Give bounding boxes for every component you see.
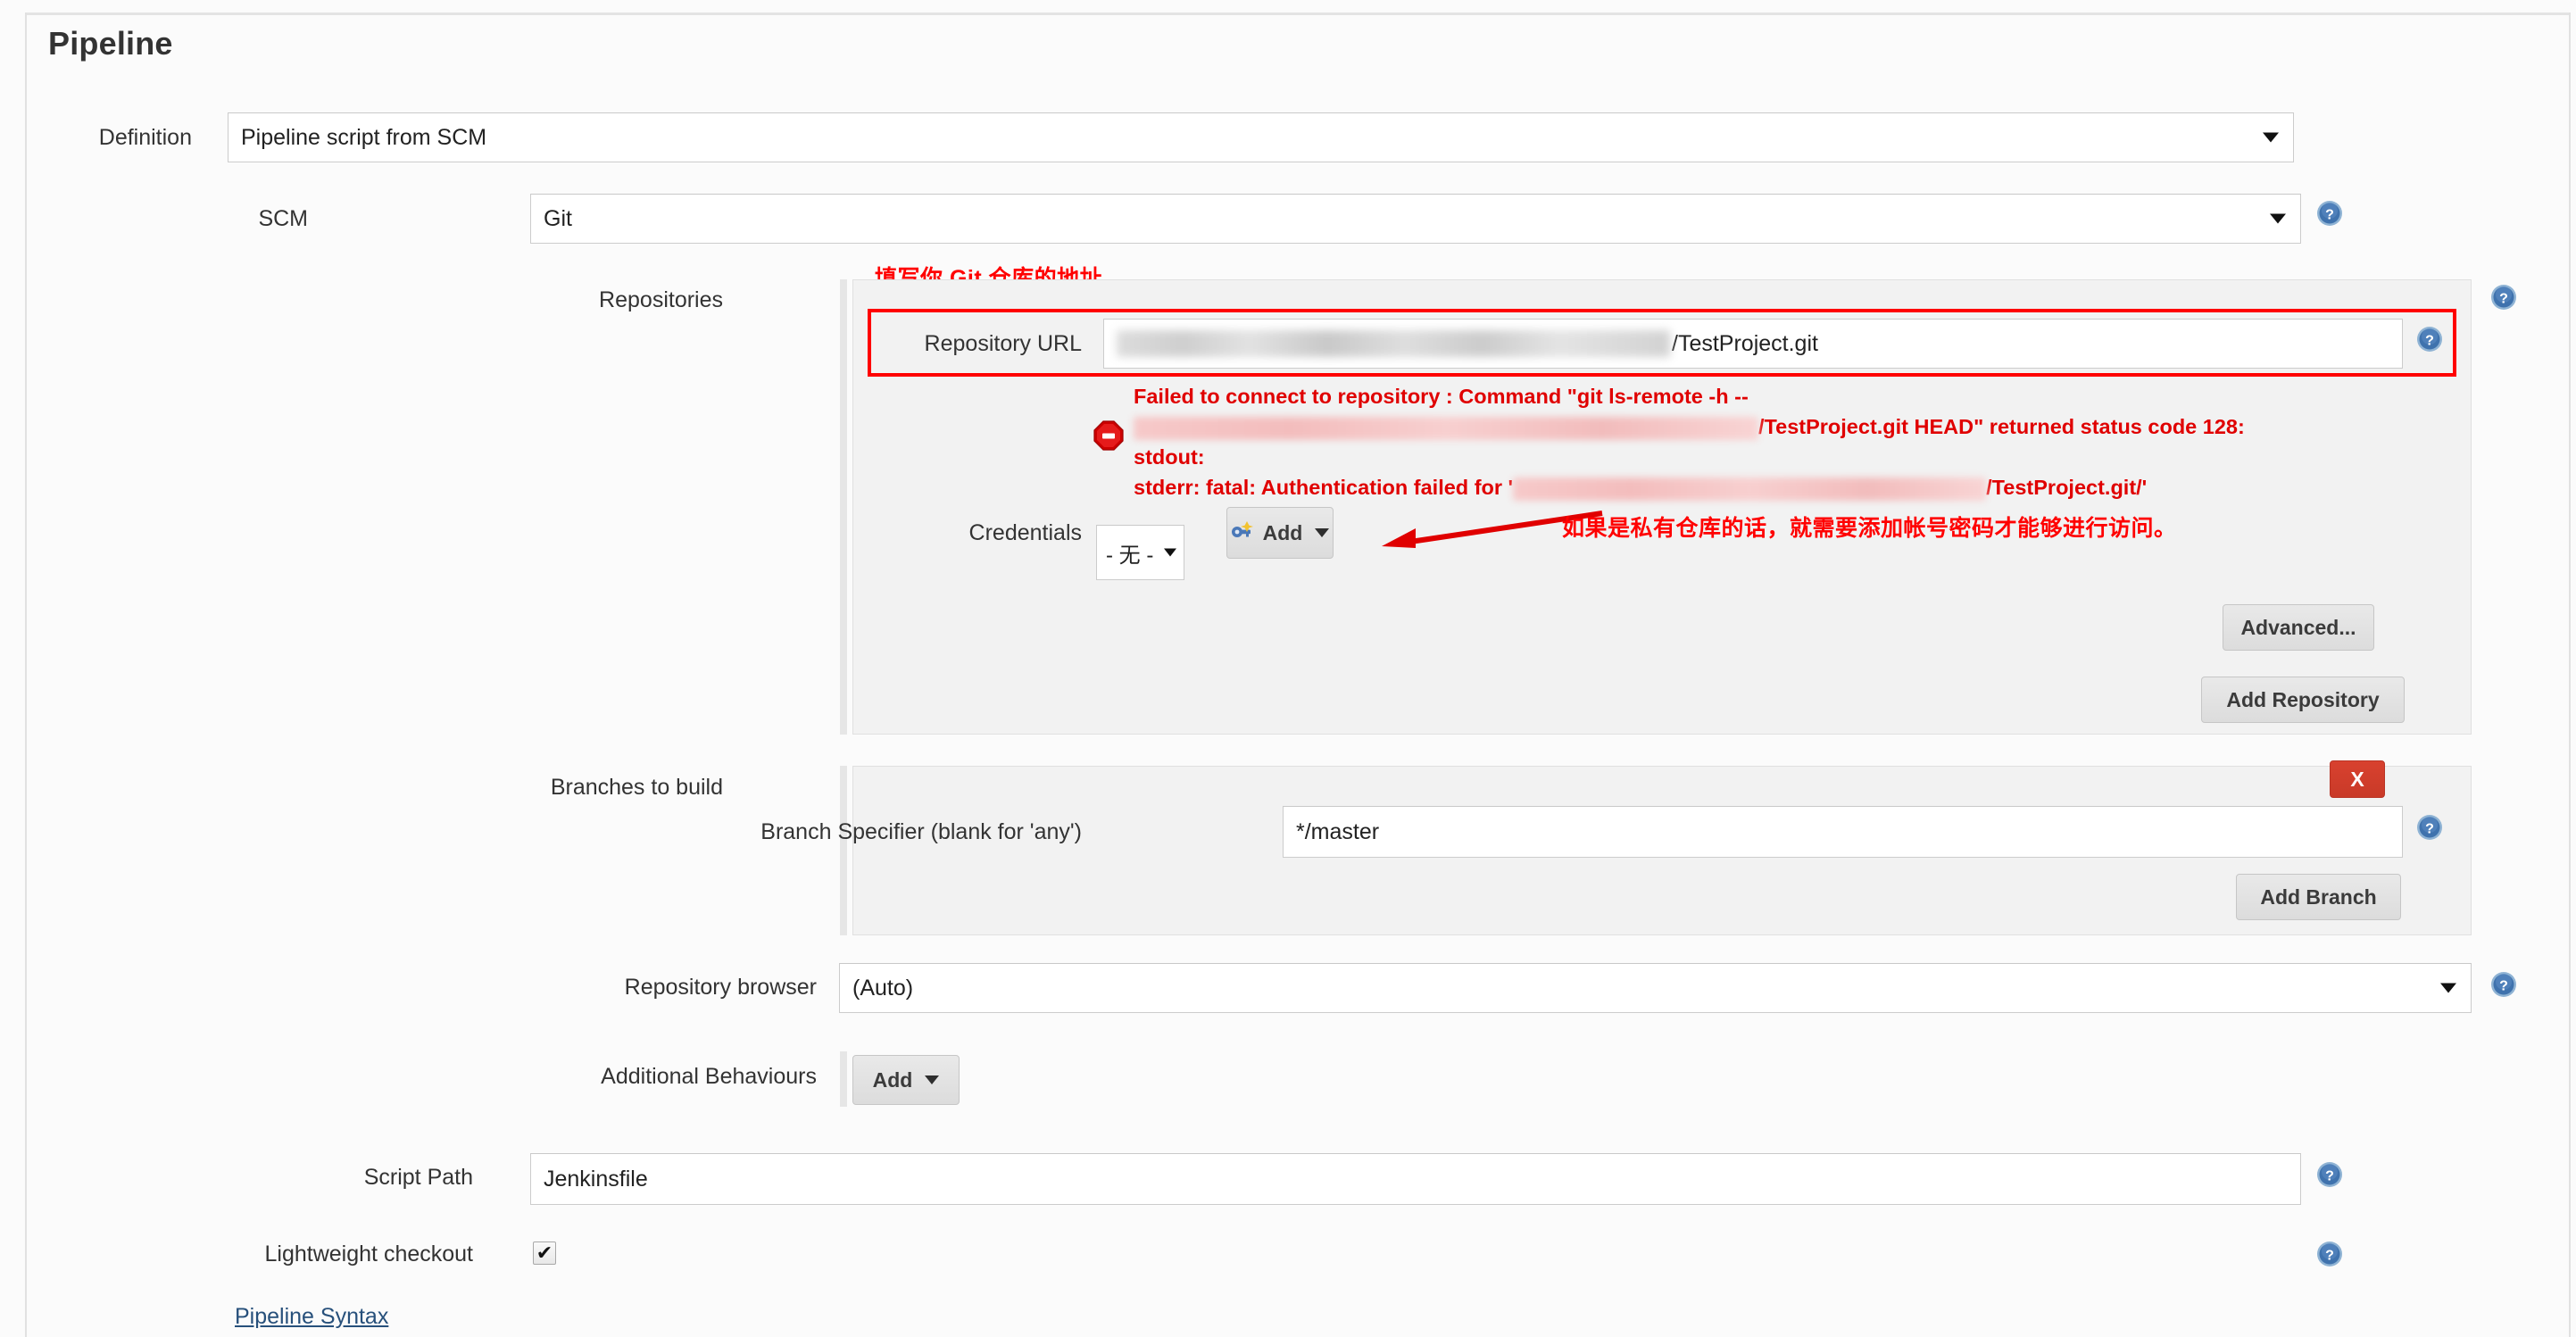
repository-url-value: /TestProject.git — [1672, 330, 1818, 356]
chevron-down-icon — [1315, 528, 1330, 537]
branches-panel-gutter — [840, 766, 847, 935]
help-icon[interactable]: ? — [2490, 284, 2517, 311]
repository-error-message: Failed to connect to repository : Comman… — [1093, 381, 2486, 502]
additional-behaviours-label: Additional Behaviours — [601, 1064, 817, 1089]
script-path-input[interactable]: Jenkinsfile — [530, 1153, 2301, 1205]
annotation-credentials: 如果是私有仓库的话，就需要添加帐号密码才能够进行访问。 — [1562, 516, 2177, 541]
key-icon — [1231, 520, 1254, 545]
script-path-label: Script Path — [363, 1165, 473, 1190]
top-divider — [25, 12, 2571, 15]
add-credentials-button[interactable]: Add — [1226, 507, 1334, 559]
svg-text:?: ? — [2499, 979, 2508, 994]
repository-browser-value: (Auto) — [852, 975, 914, 1001]
repository-browser-select[interactable]: (Auto) — [839, 963, 2472, 1013]
repository-url-label: Repository URL — [924, 331, 1082, 356]
error-stop-icon — [1093, 420, 1124, 451]
script-path-value: Jenkinsfile — [544, 1166, 648, 1192]
page-title: Pipeline — [48, 25, 173, 62]
repository-url-input[interactable]: /TestProject.git — [1103, 319, 2403, 369]
branch-specifier-label: Branch Specifier (blank for 'any') — [760, 819, 1082, 844]
additional-behaviours-gutter — [840, 1051, 847, 1107]
redacted-url — [1513, 477, 1987, 501]
help-icon[interactable]: ? — [2416, 814, 2443, 841]
error-line-4: stderr: fatal: Authentication failed for… — [1134, 472, 2486, 502]
svg-text:?: ? — [2325, 1249, 2334, 1264]
chevron-down-icon — [925, 1075, 940, 1084]
redacted-url — [1134, 416, 1758, 440]
redacted-url-prefix — [1117, 330, 1670, 357]
pipeline-config-page: Pipeline Definition Pipeline script from… — [0, 0, 2576, 1337]
help-icon[interactable]: ? — [2316, 1161, 2343, 1188]
add-credentials-label: Add — [1262, 520, 1303, 544]
scm-label: SCM — [258, 206, 308, 231]
scm-select-value: Git — [544, 205, 572, 231]
lightweight-checkout-label: Lightweight checkout — [264, 1242, 473, 1266]
definition-select-value: Pipeline script from SCM — [241, 124, 487, 150]
help-icon[interactable]: ? — [2316, 1241, 2343, 1267]
error-line-4-suffix: /TestProject.git/' — [1986, 476, 2148, 499]
help-icon[interactable]: ? — [2490, 971, 2517, 998]
help-icon[interactable]: ? — [2416, 326, 2443, 353]
svg-text:?: ? — [2425, 822, 2434, 837]
pipeline-syntax-link[interactable]: Pipeline Syntax — [235, 1304, 388, 1330]
svg-text:?: ? — [2325, 208, 2334, 223]
chevron-down-icon — [2270, 213, 2286, 224]
error-line-4-prefix: stderr: fatal: Authentication failed for… — [1134, 476, 1514, 499]
credentials-select[interactable]: - 无 - — [1096, 525, 1184, 580]
svg-text:?: ? — [2325, 1169, 2334, 1184]
checkmark-icon: ✔ — [536, 1242, 553, 1264]
chevron-down-icon — [1164, 548, 1176, 557]
credentials-select-value: - 无 - — [1106, 543, 1154, 568]
error-line-2: /TestProject.git HEAD" returned status c… — [1134, 411, 2486, 442]
repositories-label: Repositories — [599, 287, 723, 312]
add-behaviour-label: Add — [872, 1067, 913, 1092]
branch-specifier-value: */master — [1296, 818, 1380, 844]
help-icon[interactable]: ? — [2316, 200, 2343, 227]
add-branch-button[interactable]: Add Branch — [2236, 874, 2401, 920]
error-line-3: stdout: — [1134, 445, 1205, 469]
repository-browser-label: Repository browser — [624, 975, 817, 1000]
svg-text:?: ? — [2499, 292, 2508, 307]
lightweight-checkout-checkbox[interactable]: ✔ — [533, 1242, 556, 1265]
add-behaviour-button[interactable]: Add — [852, 1055, 960, 1105]
chevron-down-icon — [2263, 132, 2279, 143]
error-line-2-suffix: /TestProject.git HEAD" returned status c… — [1758, 415, 2245, 438]
chevron-down-icon — [2440, 983, 2456, 993]
advanced-button[interactable]: Advanced... — [2223, 604, 2374, 651]
branch-specifier-input[interactable]: */master — [1283, 806, 2403, 858]
definition-label: Definition — [98, 125, 192, 150]
scm-select[interactable]: Git — [530, 194, 2301, 244]
delete-branch-button[interactable]: X — [2330, 760, 2385, 798]
branches-to-build-label: Branches to build — [550, 775, 723, 800]
right-border — [2569, 12, 2571, 1337]
error-line-1: Failed to connect to repository : Comman… — [1134, 385, 1749, 408]
svg-text:?: ? — [2425, 334, 2434, 349]
definition-select[interactable]: Pipeline script from SCM — [228, 112, 2294, 162]
credentials-label: Credentials — [968, 520, 1082, 545]
add-repository-button[interactable]: Add Repository — [2201, 677, 2405, 723]
